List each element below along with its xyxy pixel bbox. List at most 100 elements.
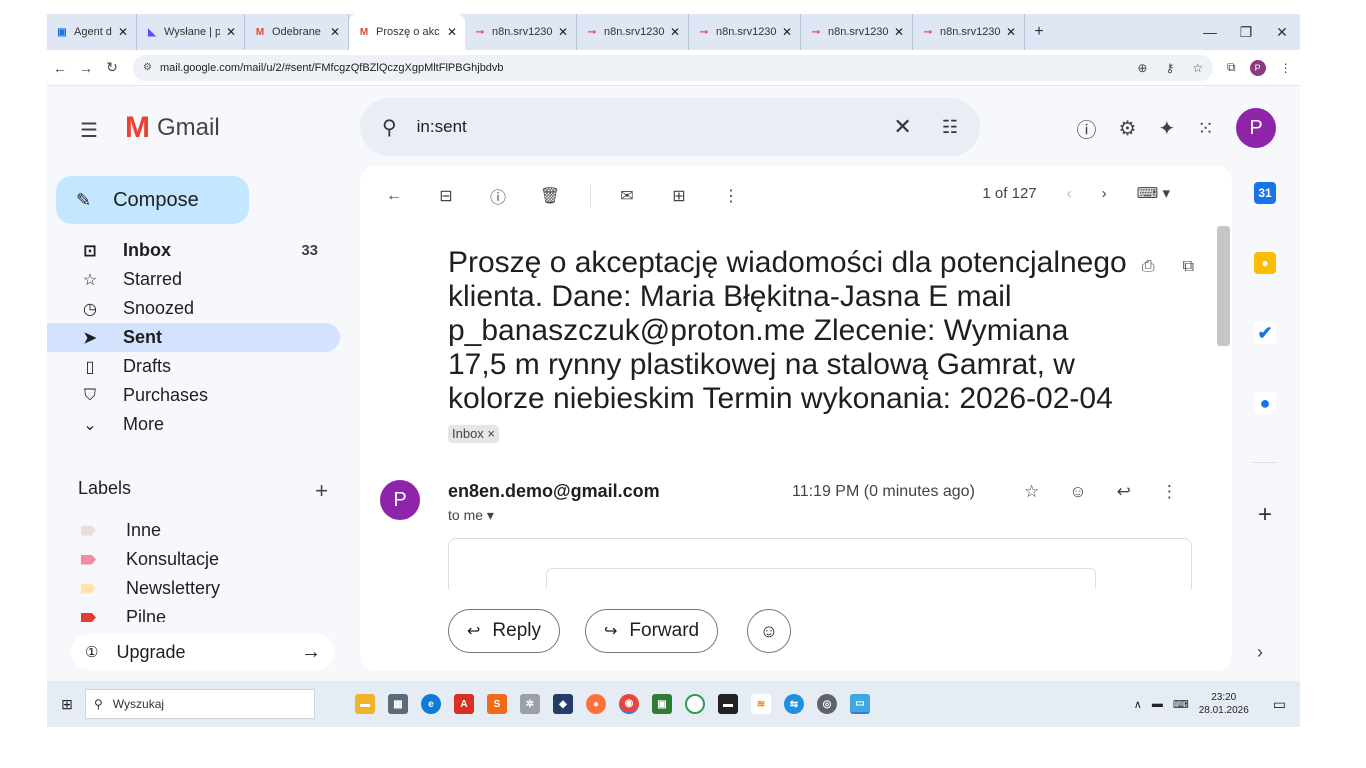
firefox-icon[interactable]: ● (586, 694, 606, 714)
input-tools-keyboard-icon[interactable]: ⌨ ▾ (1137, 184, 1170, 202)
archive-icon[interactable]: ⊟ (434, 184, 458, 208)
open-new-window-icon[interactable]: ⧉ (1183, 258, 1194, 276)
apps-grid-icon[interactable]: ⁙ (1197, 116, 1214, 141)
maximize-button[interactable]: ❐ (1228, 14, 1264, 50)
circle-app-icon[interactable] (685, 694, 705, 714)
acrobat-icon[interactable]: A (454, 694, 474, 714)
sidebar-item-starred[interactable]: ☆ Starred (47, 265, 340, 294)
help-icon[interactable]: ⓘ (1077, 114, 1097, 143)
browser-tab[interactable]: ▣ Agent do ✕ (47, 14, 137, 50)
add-to-tasks-icon[interactable]: ⊞ (667, 184, 691, 208)
get-addons-icon[interactable]: + (1245, 501, 1285, 529)
globe-app-icon[interactable]: ◎ (817, 694, 837, 714)
sidebar-item-inbox[interactable]: ⊡ Inbox 33 (47, 236, 340, 265)
browser-tab[interactable]: ⊸ n8n.srv12306 ✕ (913, 14, 1025, 50)
star-icon[interactable]: ☆ (1024, 482, 1039, 502)
tab-close-icon[interactable]: ✕ (558, 25, 568, 39)
browser-tab[interactable]: M Odebrane (3 ✕ (245, 14, 349, 50)
site-info-icon[interactable]: ⚙ (143, 62, 152, 73)
profile-avatar[interactable]: P (1249, 59, 1266, 76)
tab-close-icon[interactable]: ✕ (1006, 25, 1016, 39)
browser-tab[interactable]: M Proszę o akc ✕ (349, 14, 465, 50)
emoji-react-icon[interactable]: ☺ (1069, 482, 1086, 502)
wsl-icon[interactable]: ▣ (652, 694, 672, 714)
show-side-panel-icon[interactable]: › (1257, 642, 1263, 663)
search-input[interactable] (416, 117, 894, 137)
scrollbar-thumb[interactable] (1217, 226, 1230, 346)
calendar-icon[interactable]: 31 (1254, 182, 1276, 204)
browser-tab[interactable]: ⊸ n8n.srv12306 ✕ (689, 14, 801, 50)
compose-button[interactable]: ✎ Compose (56, 176, 249, 224)
new-tab-button[interactable]: + (1025, 23, 1053, 41)
sound-wave-icon[interactable]: ≋ (751, 694, 771, 714)
print-icon[interactable]: ⎙ (1142, 258, 1155, 276)
gemini-sparkle-icon[interactable]: ✦ (1158, 116, 1175, 141)
tab-close-icon[interactable]: ✕ (118, 25, 128, 39)
tab-close-icon[interactable]: ✕ (670, 25, 680, 39)
file-explorer-icon[interactable]: ▬ (355, 694, 375, 714)
remote-desktop-icon[interactable]: ▭ (850, 694, 870, 714)
sublime-icon[interactable]: S (487, 694, 507, 714)
browser-tab[interactable]: ⊸ n8n.srv12306 ✕ (577, 14, 689, 50)
taskbar-search[interactable]: ⚲ Wyszukaj (85, 689, 315, 719)
tab-close-icon[interactable]: ✕ (447, 25, 457, 39)
label-item[interactable]: Newslettery (47, 574, 340, 603)
keep-icon[interactable]: ● (1254, 252, 1276, 274)
sync-app-icon[interactable]: ⇆ (784, 694, 804, 714)
delete-trash-icon[interactable]: 🗑 (538, 184, 562, 208)
extensions-icon[interactable]: ⧉ (1227, 60, 1236, 75)
tray-chevron-up-icon[interactable]: ∧ (1134, 698, 1142, 711)
minimize-button[interactable]: — (1192, 14, 1228, 50)
account-avatar[interactable]: P (1236, 108, 1276, 148)
browser-menu-icon[interactable]: ⋮ (1280, 61, 1292, 75)
label-item[interactable]: Pilne (47, 603, 340, 622)
mark-unread-icon[interactable]: ✉ (615, 184, 639, 208)
browser-tab[interactable]: ⊸ n8n.srv12306 ✕ (465, 14, 577, 50)
forward-icon[interactable]: → (73, 60, 99, 76)
chrome-icon[interactable]: ◉ (619, 694, 639, 714)
forward-button[interactable]: ↪ Forward (585, 609, 719, 653)
tab-close-icon[interactable]: ✕ (894, 25, 904, 39)
search-options-icon[interactable]: ☷ (942, 117, 958, 138)
tab-close-icon[interactable]: ✕ (226, 25, 236, 39)
sidebar-item-more[interactable]: ⌄ More (47, 410, 340, 439)
emoji-reaction-button[interactable]: ☺ (747, 609, 791, 653)
label-item[interactable]: Inne (47, 516, 340, 545)
vpn-shield-icon[interactable]: ◆ (553, 694, 573, 714)
sidebar-item-purchases[interactable]: ⛉ Purchases (47, 381, 340, 410)
url-bar[interactable]: ⚙ mail.google.com/mail/u/2/#sent/FMfcgzQ… (133, 54, 1213, 81)
back-to-list-icon[interactable]: ← (382, 184, 406, 208)
add-label-icon[interactable]: + (315, 478, 328, 504)
windows-start-icon[interactable]: ⊞ (49, 686, 85, 722)
prev-message-icon[interactable]: ‹ (1067, 185, 1072, 202)
sender-avatar[interactable]: P (380, 480, 420, 520)
recipient-details[interactable]: to me ▾ (448, 507, 494, 524)
zoom-icon[interactable]: ⊕ (1137, 61, 1147, 75)
close-window-button[interactable]: ✕ (1264, 14, 1300, 50)
more-actions-icon[interactable]: ⋮ (719, 184, 743, 208)
gmail-logo[interactable]: M Gmail (125, 111, 220, 145)
clear-search-icon[interactable]: ✕ (893, 114, 911, 140)
terminal-icon[interactable]: ▬ (718, 694, 738, 714)
sender-email[interactable]: en8en.demo@gmail.com (448, 481, 660, 502)
more-options-icon[interactable]: ⋮ (1161, 482, 1178, 502)
browser-tab[interactable]: ⊸ n8n.srv12306 ✕ (801, 14, 913, 50)
tasks-icon[interactable]: ✔ (1254, 322, 1276, 344)
keyboard-icon[interactable]: ⌨ (1173, 698, 1189, 711)
sidebar-item-sent[interactable]: ➤ Sent (47, 323, 340, 352)
sidebar-item-drafts[interactable]: ▯ Drafts (47, 352, 340, 381)
clock[interactable]: 23:20 28.01.2026 (1199, 691, 1249, 717)
contacts-icon[interactable]: ● (1254, 392, 1276, 414)
report-spam-icon[interactable]: ⓘ (486, 184, 510, 208)
reload-icon[interactable]: ↻ (99, 59, 125, 76)
bookmark-star-icon[interactable]: ☆ (1192, 61, 1203, 75)
calculator-icon[interactable]: ▦ (388, 694, 408, 714)
sidebar-item-snoozed[interactable]: ◷ Snoozed (47, 294, 340, 323)
main-menu-icon[interactable]: ☰ (80, 118, 98, 143)
reply-button[interactable]: ↩ Reply (448, 609, 560, 653)
back-icon[interactable]: ← (47, 60, 73, 76)
label-item[interactable]: Konsultacje (47, 545, 340, 574)
network-icon[interactable]: ▬ (1152, 698, 1163, 710)
settings-app-icon[interactable]: ✲ (520, 694, 540, 714)
notifications-icon[interactable]: ▭ (1273, 696, 1286, 713)
